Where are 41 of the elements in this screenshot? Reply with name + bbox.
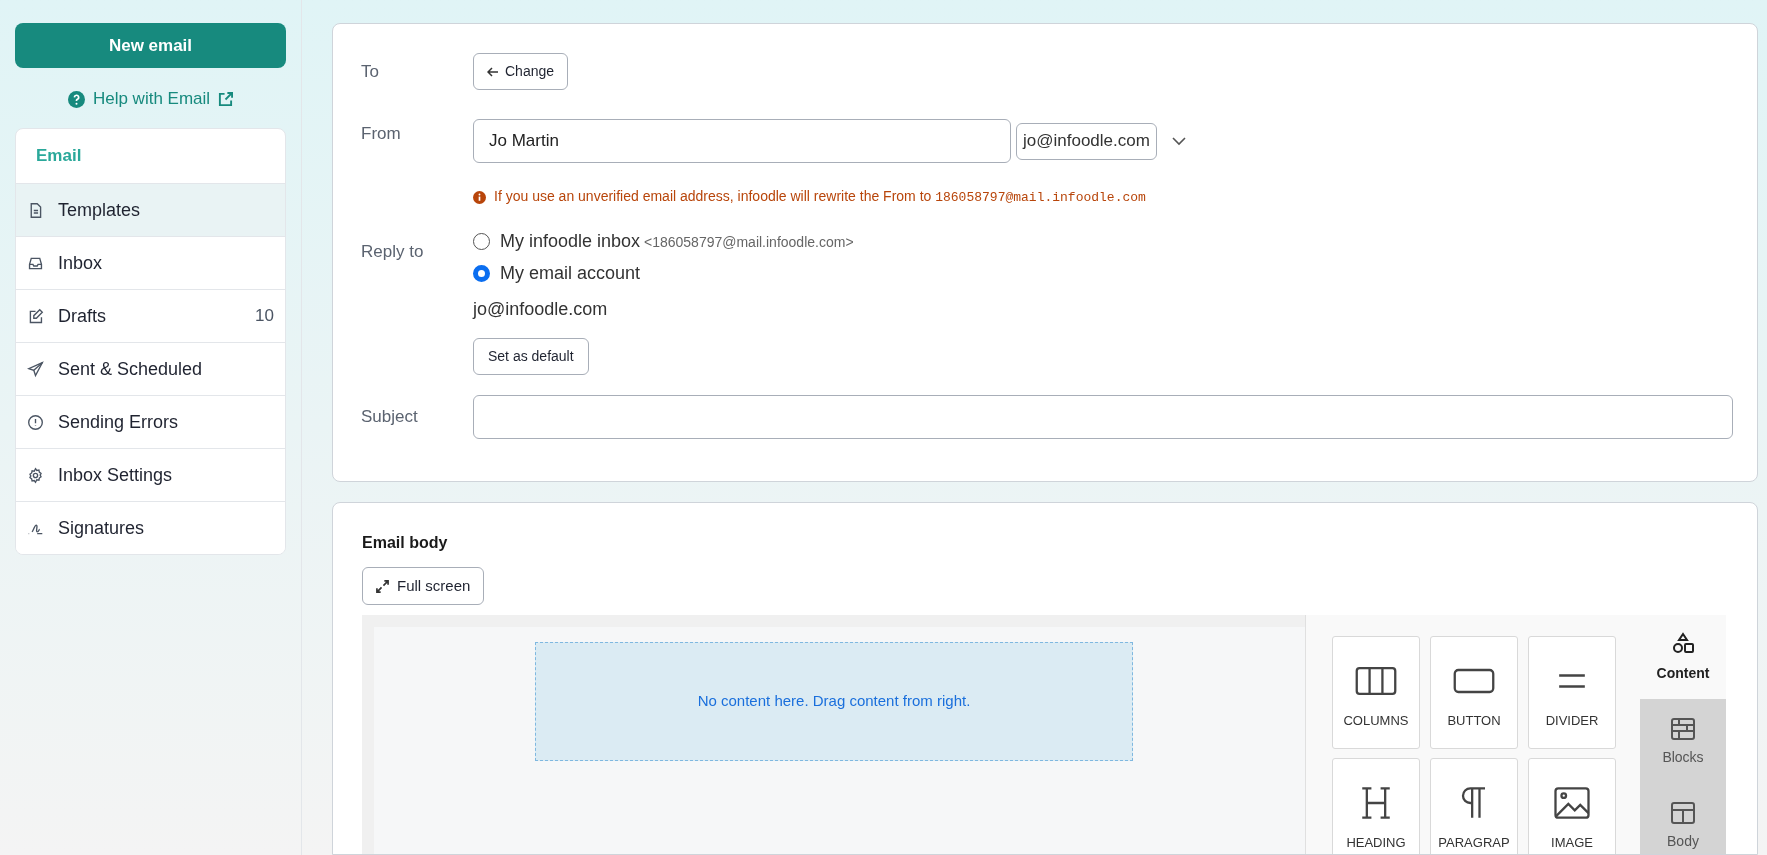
help-link[interactable]: Help with Email bbox=[92, 86, 211, 112]
field-label: Subject bbox=[361, 406, 419, 429]
content-tile[interactable]: COLUMNS bbox=[1332, 636, 1420, 749]
panel-tab[interactable]: Content bbox=[1640, 615, 1726, 699]
section-title: Email body bbox=[362, 533, 449, 551]
email-select[interactable]: jo@infoodle.com bbox=[1016, 122, 1157, 160]
drop-zone: No content here. Drag content from right. bbox=[535, 642, 1133, 761]
arrow-left-icon bbox=[487, 65, 499, 78]
radio-button[interactable] bbox=[473, 264, 490, 282]
help-icon bbox=[67, 90, 85, 108]
content-tile[interactable]: DIVIDER bbox=[1528, 636, 1616, 749]
content-tile[interactable]: IMAGE bbox=[1528, 758, 1616, 854]
name-field[interactable]: Jo Martin bbox=[473, 119, 1011, 163]
drafts-count: 10 bbox=[255, 305, 274, 328]
chevron-down-icon[interactable] bbox=[1171, 136, 1186, 146]
info-icon bbox=[473, 190, 486, 204]
nav-heading: Email bbox=[35, 145, 83, 168]
radio-button[interactable] bbox=[473, 232, 490, 250]
nav-item[interactable]: Templates bbox=[16, 183, 285, 236]
expand-icon bbox=[376, 579, 389, 593]
content-tile[interactable]: PARAGRAP bbox=[1430, 758, 1518, 854]
radio-label: My infoodle inbox <186058797@mail.infoodle.com> bbox=[500, 229, 854, 253]
full-screen-button[interactable]: Full screen bbox=[362, 567, 485, 605]
new-email-button[interactable]: New email bbox=[15, 23, 286, 68]
field-label: To bbox=[361, 60, 380, 83]
warning-text: If you use an unverified email address, infoodle will rewrite the From to 186058797@mail.infoodle.com bbox=[494, 187, 1146, 208]
content-tile[interactable]: HEADING bbox=[1332, 758, 1420, 854]
nav-item[interactable]: Signatures bbox=[16, 501, 285, 554]
content-tile[interactable]: BUTTON bbox=[1430, 636, 1518, 749]
send-icon bbox=[27, 360, 44, 378]
field-label: Reply to bbox=[361, 241, 425, 263]
reply-address: jo@infoodle.com bbox=[473, 298, 609, 321]
alert-icon bbox=[27, 413, 44, 431]
change-button[interactable]: Change bbox=[473, 53, 569, 90]
settings-icon bbox=[27, 466, 44, 484]
set-default-button[interactable]: Set as default bbox=[473, 338, 589, 375]
edit-icon bbox=[27, 307, 44, 325]
radio-label: My email account bbox=[500, 261, 641, 285]
field-label: From bbox=[361, 123, 402, 145]
external-link-icon bbox=[218, 91, 234, 107]
subject-field[interactable] bbox=[473, 395, 1733, 439]
